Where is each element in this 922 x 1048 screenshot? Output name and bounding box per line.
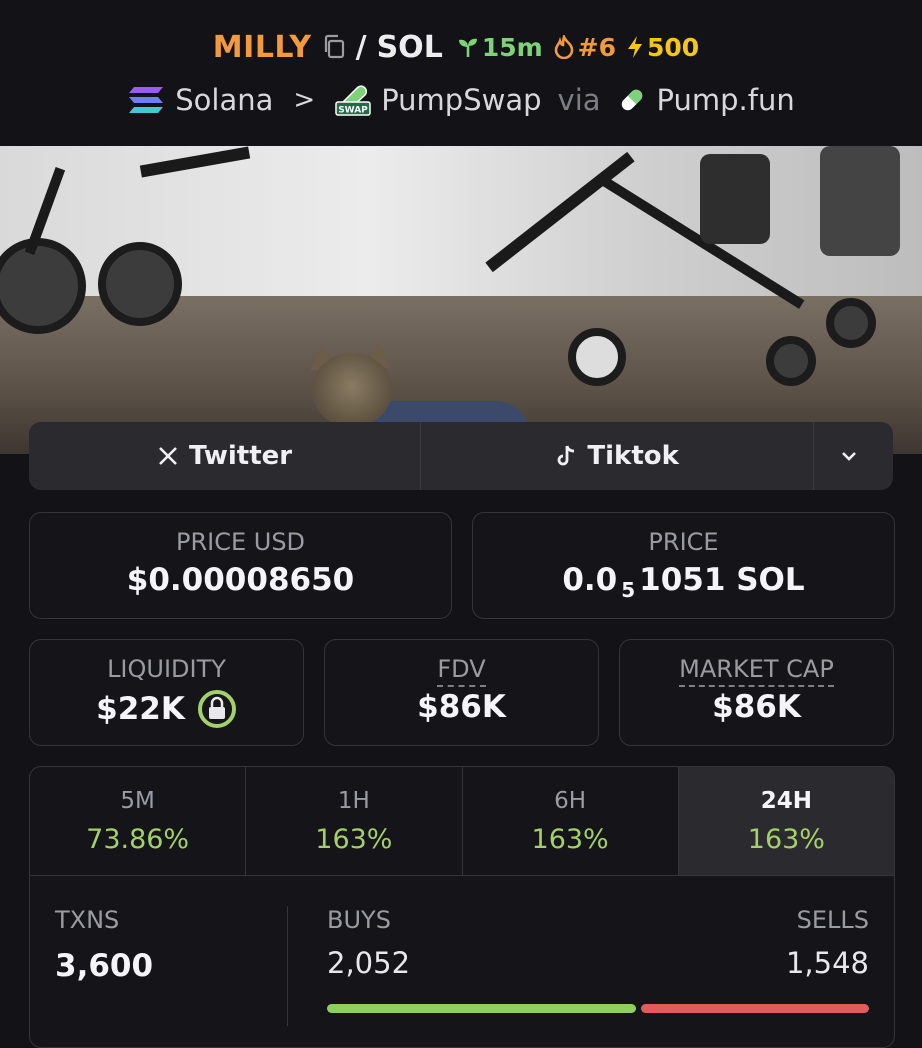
- txns-value: 3,600: [55, 948, 154, 984]
- flame-icon: [554, 35, 573, 59]
- price-native-value: 0.0 5 1051 SOL: [562, 562, 805, 602]
- tab-5m[interactable]: 5M 73.86%: [30, 767, 247, 875]
- price-native-zero-count: 5: [621, 578, 636, 602]
- rank-value: #6: [577, 32, 616, 62]
- tab-6h-label: 6H: [554, 787, 587, 814]
- buys-block: BUYS 2,052: [327, 906, 410, 980]
- pill-icon: [617, 85, 647, 115]
- quote-symbol: SOL: [376, 29, 443, 65]
- swap-icon-label: SWAP: [338, 106, 368, 116]
- liquidity-card: LIQUIDITY $22K: [29, 639, 304, 746]
- tab-6h-change: 163%: [531, 823, 609, 855]
- tab-6h[interactable]: 6H 163%: [463, 767, 679, 875]
- buys-label: BUYS: [327, 906, 391, 934]
- chain-breadcrumb: Solana > SWAP PumpSwap via Pump.fun: [0, 78, 922, 122]
- market-cap-label[interactable]: MARKET CAP: [679, 655, 834, 687]
- market-cap-value: $86K: [712, 689, 801, 725]
- price-native-label: PRICE: [648, 528, 719, 556]
- copy-icon[interactable]: [322, 34, 346, 60]
- price-native-suffix: 1051 SOL: [639, 562, 805, 598]
- tab-5m-change: 73.86%: [86, 823, 190, 855]
- more-socials-button[interactable]: [814, 422, 893, 490]
- tab-24h-label: 24H: [760, 787, 812, 814]
- tab-1h-label: 1H: [337, 787, 370, 814]
- chevron-right-icon: >: [293, 85, 316, 115]
- pair-separator: /: [355, 29, 367, 65]
- token-banner-image: [0, 146, 922, 454]
- sells-label: SELLS: [796, 906, 869, 934]
- market-cap-card: MARKET CAP $86K: [619, 639, 894, 746]
- price-usd-card: PRICE USD $0.00008650: [29, 512, 452, 619]
- fdv-label[interactable]: FDV: [437, 655, 486, 687]
- twitter-label: Twitter: [188, 441, 293, 471]
- dex-link[interactable]: PumpSwap: [381, 83, 541, 117]
- tiktok-button[interactable]: Tiktok: [421, 422, 815, 490]
- fdv-card: FDV $86K: [324, 639, 599, 746]
- solana-icon: [127, 85, 165, 115]
- liquidity-value-row: $22K: [96, 689, 237, 729]
- social-links-bar: Twitter Tiktok: [29, 422, 893, 490]
- transactions-row: TXNS 3,600 BUYS 2,052 SELLS 1,548: [30, 876, 894, 1047]
- tiktok-label: Tiktok: [587, 441, 679, 471]
- tab-5m-label: 5M: [120, 787, 155, 814]
- chevron-down-icon: [841, 452, 856, 461]
- txns-block: TXNS 3,600: [55, 906, 153, 984]
- sells-block: SELLS 1,548: [786, 906, 869, 980]
- lock-icon[interactable]: [197, 689, 237, 729]
- x-logo-icon: [159, 447, 177, 465]
- twitter-button[interactable]: Twitter: [29, 422, 422, 490]
- tab-1h-change: 163%: [315, 823, 393, 855]
- timeframe-tabs: 5M 73.86% 1H 163% 6H 163% 24H 163%: [30, 767, 894, 876]
- txns-divider: [287, 906, 288, 1026]
- buys-value: 2,052: [327, 946, 411, 980]
- price-usd-label: PRICE USD: [175, 528, 306, 556]
- sprout-icon: [458, 38, 477, 57]
- tiktok-icon: [558, 445, 575, 466]
- boost-value: 500: [647, 32, 700, 62]
- tab-24h-change: 163%: [747, 823, 825, 855]
- liquidity-label: LIQUIDITY: [107, 655, 226, 683]
- tab-1h[interactable]: 1H 163%: [246, 767, 463, 875]
- rank-badge[interactable]: #6: [553, 33, 616, 62]
- fdv-value: $86K: [417, 689, 506, 725]
- lightning-icon: [628, 36, 642, 58]
- token-symbol: MILLY: [212, 29, 312, 65]
- buys-ratio-bar: [327, 1004, 636, 1013]
- launchpad-link[interactable]: Pump.fun: [657, 83, 795, 117]
- boost-badge[interactable]: 500: [626, 33, 699, 62]
- chain-link[interactable]: Solana: [175, 83, 273, 117]
- txns-label: TXNS: [55, 906, 120, 934]
- pair-title-row: MILLY / SOL 15m #6 500: [0, 24, 922, 70]
- pair-header: MILLY / SOL 15m #6 500 Solana > SWAP Pum…: [0, 0, 922, 146]
- via-label: via: [557, 83, 601, 117]
- age-value: 15m: [481, 32, 543, 62]
- stats-panel: 5M 73.86% 1H 163% 6H 163% 24H 163% TXNS …: [29, 766, 895, 1048]
- sells-ratio-bar: [641, 1004, 869, 1013]
- price-usd-value: $0.00008650: [126, 562, 355, 598]
- age-badge: 15m: [457, 33, 543, 62]
- price-native-card: PRICE 0.0 5 1051 SOL: [472, 512, 895, 619]
- tab-24h[interactable]: 24H 163%: [678, 767, 894, 875]
- pumpswap-icon: SWAP: [335, 84, 371, 116]
- sells-value: 1,548: [785, 946, 869, 980]
- price-native-prefix: 0.0: [562, 562, 618, 598]
- liquidity-value: $22K: [96, 691, 185, 727]
